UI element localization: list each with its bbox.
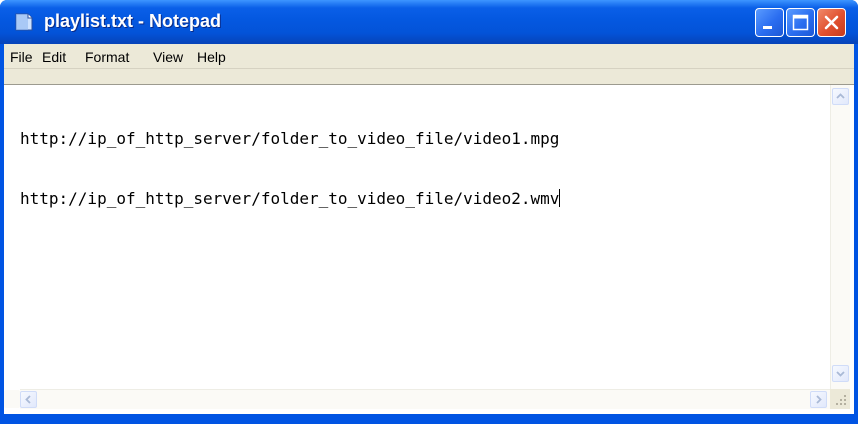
maximize-button[interactable] xyxy=(786,8,815,37)
notepad-window: playlist.txt - Notepad File Edit Format … xyxy=(0,0,858,424)
text-caret xyxy=(559,189,561,207)
chevron-left-icon xyxy=(25,395,31,404)
close-icon xyxy=(824,15,839,30)
menu-view[interactable]: View xyxy=(153,49,183,65)
menu-format[interactable]: Format xyxy=(85,49,129,65)
menu-file[interactable]: File xyxy=(10,49,33,65)
minimize-icon xyxy=(763,26,772,29)
title-bar[interactable]: playlist.txt - Notepad xyxy=(0,0,858,44)
scrollbar-left-spacer xyxy=(4,390,20,408)
chevron-up-icon xyxy=(836,93,845,99)
scroll-down-button[interactable] xyxy=(832,365,849,382)
notepad-icon xyxy=(14,13,34,31)
vertical-scrollbar[interactable] xyxy=(830,85,850,389)
window-bottom-border xyxy=(0,414,858,424)
text-line-1: http://ip_of_http_server/folder_to_video… xyxy=(20,129,560,148)
text-content[interactable]: http://ip_of_http_server/folder_to_video… xyxy=(20,89,834,399)
window-title: playlist.txt - Notepad xyxy=(44,11,222,31)
resize-grip[interactable] xyxy=(830,389,850,409)
close-button[interactable] xyxy=(817,8,846,37)
text-line-2: http://ip_of_http_server/folder_to_video… xyxy=(20,189,560,208)
menu-edit[interactable]: Edit xyxy=(42,49,66,65)
scroll-left-button[interactable] xyxy=(20,391,37,408)
menu-bar: File Edit Format View Help xyxy=(4,44,854,69)
chevron-down-icon xyxy=(836,371,845,377)
menu-help[interactable]: Help xyxy=(197,49,226,65)
maximize-icon xyxy=(792,14,809,31)
scroll-right-button[interactable] xyxy=(810,391,827,408)
scroll-up-button[interactable] xyxy=(832,88,849,105)
chevron-right-icon xyxy=(816,395,822,404)
text-line: http://ip_of_http_server/folder_to_video… xyxy=(20,189,834,209)
text-line: http://ip_of_http_server/folder_to_video… xyxy=(20,129,834,149)
minimize-button[interactable] xyxy=(755,8,784,37)
horizontal-scrollbar[interactable] xyxy=(20,389,830,409)
resize-grip-icon xyxy=(836,395,846,405)
